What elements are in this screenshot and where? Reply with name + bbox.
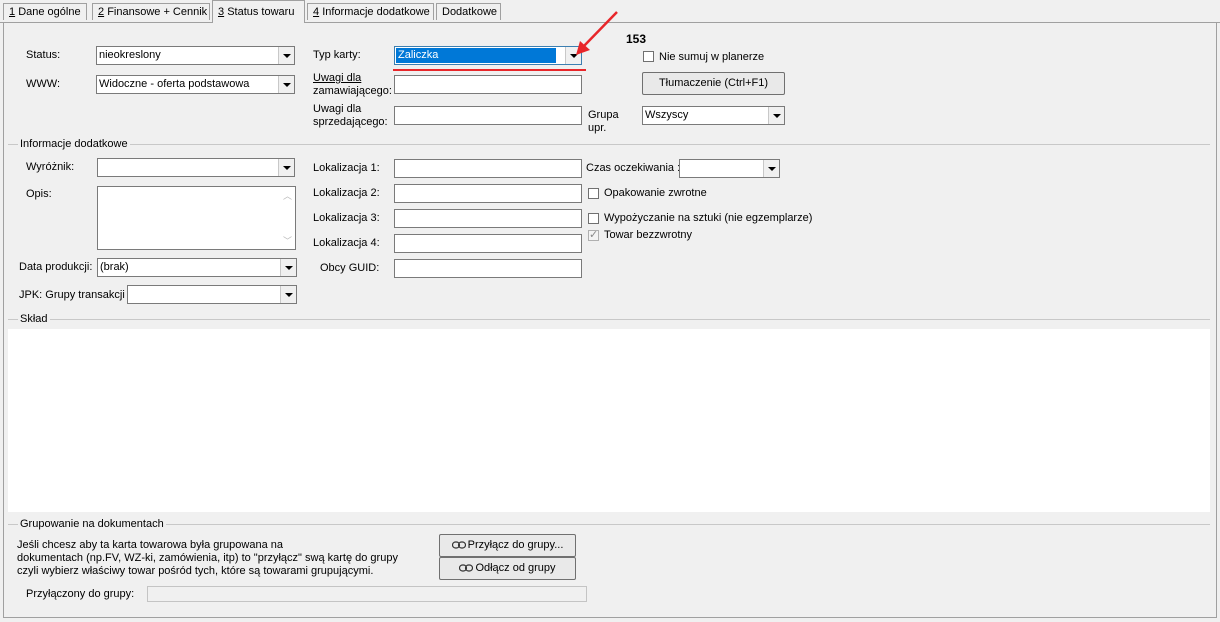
grupa-upr-select[interactable]: Wszyscy: [642, 106, 785, 125]
sklad-divider: [8, 319, 1210, 320]
obcy-guid-label: Obcy GUID:: [320, 262, 380, 274]
data-produkcji-select[interactable]: (brak): [97, 258, 297, 277]
status-select[interactable]: nieokreslony: [96, 46, 295, 65]
tab-label: Finansowe + Cennik: [107, 6, 208, 18]
info-dodatkowe-title: Informacje dodatkowe: [18, 138, 130, 151]
typ-karty-label: Typ karty:: [313, 49, 361, 61]
data-produkcji-value: (brak): [100, 261, 129, 273]
annotation-number: 153: [626, 32, 647, 46]
tab-key: 2: [98, 6, 105, 18]
wypozyczanie-label: Wypożyczanie na sztuki (nie egzemplarze): [604, 212, 813, 224]
uwagi-sprzedajacego-input[interactable]: [394, 106, 582, 125]
lokalizacja-4-input[interactable]: [394, 234, 582, 253]
grupowanie-description-line1: Jeśli chcesz aby ta karta towarowa była …: [17, 539, 283, 551]
tab-key: 4: [313, 6, 320, 18]
uwagi-sprz-label-line2: sprzedającego:: [313, 116, 388, 128]
sklad-list[interactable]: [8, 329, 1210, 512]
www-select[interactable]: Widoczne - oferta podstawowa: [96, 75, 295, 94]
uwagi-zam-label-line1: Uwagi dla: [313, 72, 362, 84]
chevron-down-icon[interactable]: [763, 160, 779, 177]
lokalizacja-3-input[interactable]: [394, 209, 582, 228]
lokalizacja-1-label: Lokalizacja 1:: [313, 162, 380, 174]
data-produkcji-label: Data produkcji:: [19, 261, 93, 273]
chevron-down-icon[interactable]: [280, 259, 296, 276]
tab-key: 1: [9, 6, 16, 18]
opakowanie-zwrotne-checkbox[interactable]: [588, 188, 599, 199]
tab-label: Dodatkowe: [442, 6, 498, 18]
odlacz-od-grupy-button[interactable]: Odłącz od grupy: [439, 557, 576, 580]
lokalizacja-3-label: Lokalizacja 3:: [313, 212, 380, 224]
lokalizacja-2-input[interactable]: [394, 184, 582, 203]
nie-sumuj-label: Nie sumuj w planerze: [659, 51, 765, 63]
grupa-upr-label: Grupa upr.: [588, 109, 619, 135]
chevron-down-icon[interactable]: [278, 159, 294, 176]
tab-finansowe-cennik[interactable]: 2 Finansowe + Cennik: [92, 3, 210, 20]
scroll-down-icon[interactable]: ﹀: [283, 234, 292, 247]
przylacz-do-grupy-button[interactable]: Przyłącz do grupy...: [439, 534, 576, 557]
opis-label: Opis:: [26, 188, 52, 200]
tab-label: Informacje dodatkowe: [322, 6, 430, 18]
tab-informacje-dodatkowe[interactable]: 4 Informacje dodatkowe: [307, 3, 434, 20]
towar-bezzwrotny-checkbox[interactable]: [588, 228, 599, 241]
czas-oczekiwania-select[interactable]: [679, 159, 780, 178]
uwagi-sprz-label: Uwagi dla sprzedającego:: [313, 103, 388, 129]
grupowanie-divider: [8, 524, 1210, 525]
opis-textarea[interactable]: ︿ ﹀: [97, 186, 296, 250]
www-value: Widoczne - oferta podstawowa: [99, 78, 250, 90]
odlacz-button-label: Odłącz od grupy: [475, 562, 556, 574]
chevron-down-icon[interactable]: [280, 286, 296, 303]
unlink-icon: [459, 564, 474, 572]
lokalizacja-1-input[interactable]: [394, 159, 582, 178]
chevron-down-icon[interactable]: [768, 107, 784, 124]
grupowanie-description-line2: dokumentach (np.FV, WZ-ki, zamówienia, i…: [17, 552, 398, 564]
grupa-upr-label-line1: Grupa: [588, 109, 619, 121]
obcy-guid-input[interactable]: [394, 259, 582, 278]
uwagi-sprz-label-line1: Uwagi dla: [313, 103, 362, 115]
grupowanie-title: Grupowanie na dokumentach: [18, 518, 166, 531]
wyroznik-select[interactable]: [97, 158, 295, 177]
www-label: WWW:: [26, 78, 61, 90]
tab-label: Status towaru: [227, 6, 295, 18]
tab-label: Dane ogólne: [18, 6, 81, 18]
uwagi-zamawiajacego-input[interactable]: [394, 75, 582, 94]
tlumaczenie-button[interactable]: Tłumaczenie (Ctrl+F1): [642, 72, 785, 95]
typ-karty-value: Zaliczka: [396, 48, 556, 63]
tab-dodatkowe[interactable]: Dodatkowe: [436, 3, 501, 20]
link-icon: [451, 541, 466, 549]
jpk-label: JPK: Grupy transakcji: [19, 289, 125, 301]
tab-status-towaru[interactable]: 3 Status towaru: [212, 0, 305, 23]
przylaczony-label: Przyłączony do grupy:: [26, 588, 135, 600]
uwagi-zam-label: Uwagi dla zamawiającego:: [313, 72, 392, 98]
wyroznik-label: Wyróżnik:: [26, 161, 75, 173]
grupa-upr-label-line2: upr.: [588, 122, 607, 134]
tab-dane-ogolne[interactable]: 1 Dane ogólne: [3, 3, 87, 20]
grupa-upr-value: Wszyscy: [645, 109, 689, 121]
wypozyczanie-checkbox[interactable]: [588, 213, 599, 224]
opakowanie-zwrotne-label: Opakowanie zwrotne: [604, 187, 707, 199]
grupowanie-description-line3: czyli wybierz właściwy towar pośród tych…: [17, 565, 374, 577]
przylaczony-field: [147, 586, 587, 602]
info-dodatkowe-divider: [8, 144, 1210, 145]
chevron-down-icon[interactable]: [278, 47, 294, 64]
scroll-up-icon[interactable]: ︿: [283, 189, 292, 202]
annotation-underline: [393, 69, 586, 71]
nie-sumuj-checkbox[interactable]: [643, 51, 654, 62]
status-value: nieokreslony: [99, 49, 161, 61]
jpk-select[interactable]: [127, 285, 297, 304]
status-label: Status:: [26, 49, 61, 61]
annotation-arrow-icon: [576, 11, 618, 55]
lokalizacja-4-label: Lokalizacja 4:: [313, 237, 380, 249]
uwagi-zam-label-line2: zamawiającego:: [313, 85, 392, 97]
chevron-down-icon[interactable]: [278, 76, 294, 93]
czas-oczekiwania-label: Czas oczekiwania :: [586, 162, 681, 174]
sklad-title: Skład: [18, 313, 50, 326]
przylacz-button-label: Przyłącz do grupy...: [467, 539, 564, 551]
tab-key: 3: [218, 6, 225, 18]
typ-karty-select[interactable]: Zaliczka: [394, 46, 582, 65]
towar-bezzwrotny-label: Towar bezzwrotny: [604, 229, 693, 241]
lokalizacja-2-label: Lokalizacja 2:: [313, 187, 380, 199]
